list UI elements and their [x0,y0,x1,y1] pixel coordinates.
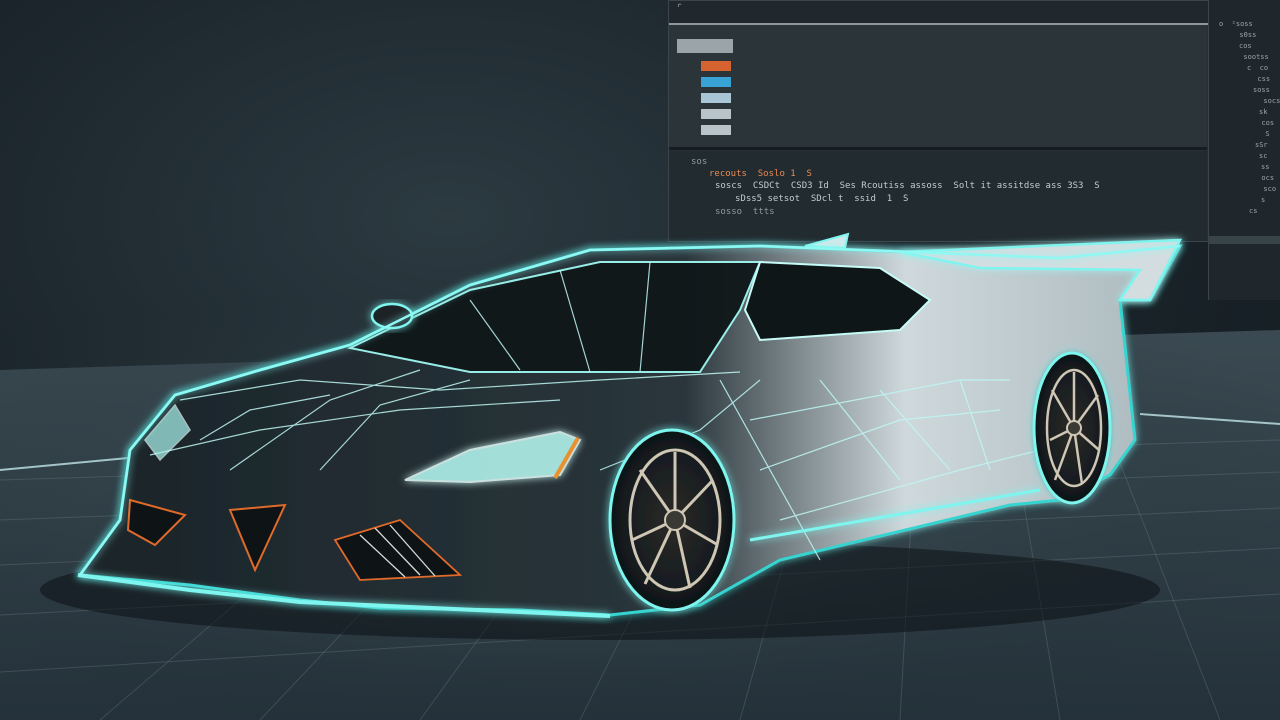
wireframe-sports-car [40,232,1183,640]
rear-wheel [1032,351,1112,505]
front-wheel [608,428,736,612]
scene: ⌜ sos recouts Soslo 1 S soscs CSDCt CSD3… [0,0,1280,720]
hood-scoop [804,232,850,250]
